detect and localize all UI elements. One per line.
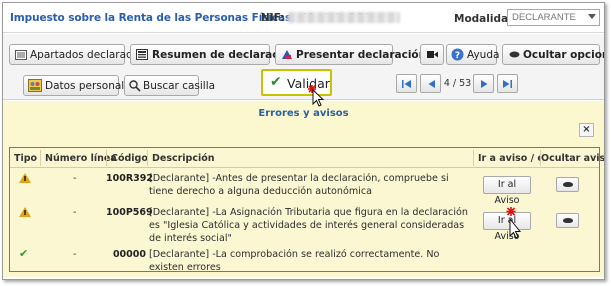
buscar-casilla-label: Buscar casilla <box>143 80 216 92</box>
summary-icon <box>136 49 148 60</box>
eye-hide-icon <box>509 51 520 58</box>
ocultar-opciones-label: Ocultar opciones <box>523 49 604 61</box>
column-divider <box>147 150 148 166</box>
close-panel-button[interactable]: × <box>579 123 594 137</box>
warning-icon-mark <box>24 176 26 181</box>
table-row: - 100R392 [Declarante] -Antes de present… <box>10 172 599 206</box>
nif-label: NIF: <box>261 12 285 24</box>
page-indicator: 4 / 53 <box>443 78 472 89</box>
video-camera-icon <box>427 51 438 58</box>
chevron-down-icon <box>588 14 596 19</box>
contacts-icon <box>28 79 42 92</box>
ayuda-label: Ayuda <box>467 49 500 61</box>
column-divider <box>40 150 41 166</box>
ocultar-aviso-button[interactable] <box>556 213 579 228</box>
send-icon <box>282 50 292 59</box>
header-bar: Impuesto sobre la Renta de las Personas … <box>3 3 604 33</box>
click-cursor-icon <box>308 85 325 107</box>
nif-value-redacted <box>288 12 400 23</box>
eye-hide-icon <box>563 218 573 223</box>
header-divider <box>10 167 599 168</box>
video-button[interactable] <box>420 44 444 65</box>
column-header-ir-aviso: Ir a aviso / err <box>478 153 540 164</box>
column-divider <box>473 150 474 166</box>
svg-text:?: ? <box>455 51 460 61</box>
column-divider <box>106 150 107 166</box>
errors-panel: Errores y avisos × Tipo Número línea Cód… <box>3 101 604 277</box>
toolbar: Apartados declaración Resumen de declara… <box>3 34 604 100</box>
ocultar-opciones-button[interactable]: Ocultar opciones <box>502 44 604 65</box>
column-header-descripcion: Descripción <box>152 153 215 164</box>
modalidad-select[interactable]: DECLARANTE <box>507 9 600 26</box>
presentar-declaracion-button[interactable]: Presentar declaración <box>275 44 426 65</box>
row-codigo: 100P569 <box>106 207 153 218</box>
modalidad-value: DECLARANTE <box>512 12 576 23</box>
presentar-label: Presentar declaración <box>296 49 427 61</box>
datos-personales-button[interactable]: Datos personales <box>23 75 136 96</box>
previous-page-button[interactable] <box>420 74 441 93</box>
row-codigo: 00000 <box>112 249 146 260</box>
column-header-codigo: Código <box>111 153 148 164</box>
help-icon: ? <box>451 48 464 61</box>
first-page-icon <box>402 80 411 88</box>
first-page-button[interactable] <box>396 74 417 93</box>
column-header-ocultar-aviso: Ocultar aviso <box>541 153 605 164</box>
last-page-icon <box>503 80 512 88</box>
datos-personales-label: Datos personales <box>45 80 137 92</box>
resumen-declaraciones-button[interactable]: Resumen de declaraciones <box>130 44 310 65</box>
warning-icon-mark <box>24 210 26 215</box>
click-cursor-icon <box>506 207 522 239</box>
next-page-icon <box>481 80 488 88</box>
table-row: ✔ - 00000 [Declarante] -La comprobación … <box>10 247 599 274</box>
row-descripcion: [Declarante] -Antes de presentar la decl… <box>149 173 449 197</box>
apartados-declaracion-button[interactable]: Apartados declaración <box>9 44 148 65</box>
last-page-button[interactable] <box>497 74 518 93</box>
row-numero-linea: - <box>73 173 77 184</box>
eye-hide-icon <box>563 182 573 187</box>
check-icon: ✔ <box>19 247 29 260</box>
search-icon <box>129 80 141 92</box>
row-descripcion: [Declarante] -La Asignación Tributaria q… <box>149 207 468 244</box>
previous-page-icon <box>428 80 435 88</box>
row-numero-linea: - <box>73 207 77 218</box>
ir-al-aviso-button[interactable]: Ir al Aviso <box>483 176 531 206</box>
app-window: Impuesto sobre la Renta de las Personas … <box>2 2 605 280</box>
ayuda-button[interactable]: ? Ayuda <box>446 44 500 65</box>
row-numero-linea: - <box>73 249 77 260</box>
ocultar-aviso-button[interactable] <box>556 177 579 192</box>
column-header-tipo: Tipo <box>14 153 38 164</box>
row-descripcion: [Declarante] -La comprobación se realizó… <box>149 249 440 273</box>
check-icon: ✔ <box>270 74 282 90</box>
next-page-button[interactable] <box>473 74 494 93</box>
buscar-casilla-button[interactable]: Buscar casilla <box>124 75 215 96</box>
errors-panel-title: Errores y avisos <box>258 108 349 119</box>
row-codigo: 100R392 <box>106 173 153 184</box>
folder-list-icon <box>15 50 27 60</box>
